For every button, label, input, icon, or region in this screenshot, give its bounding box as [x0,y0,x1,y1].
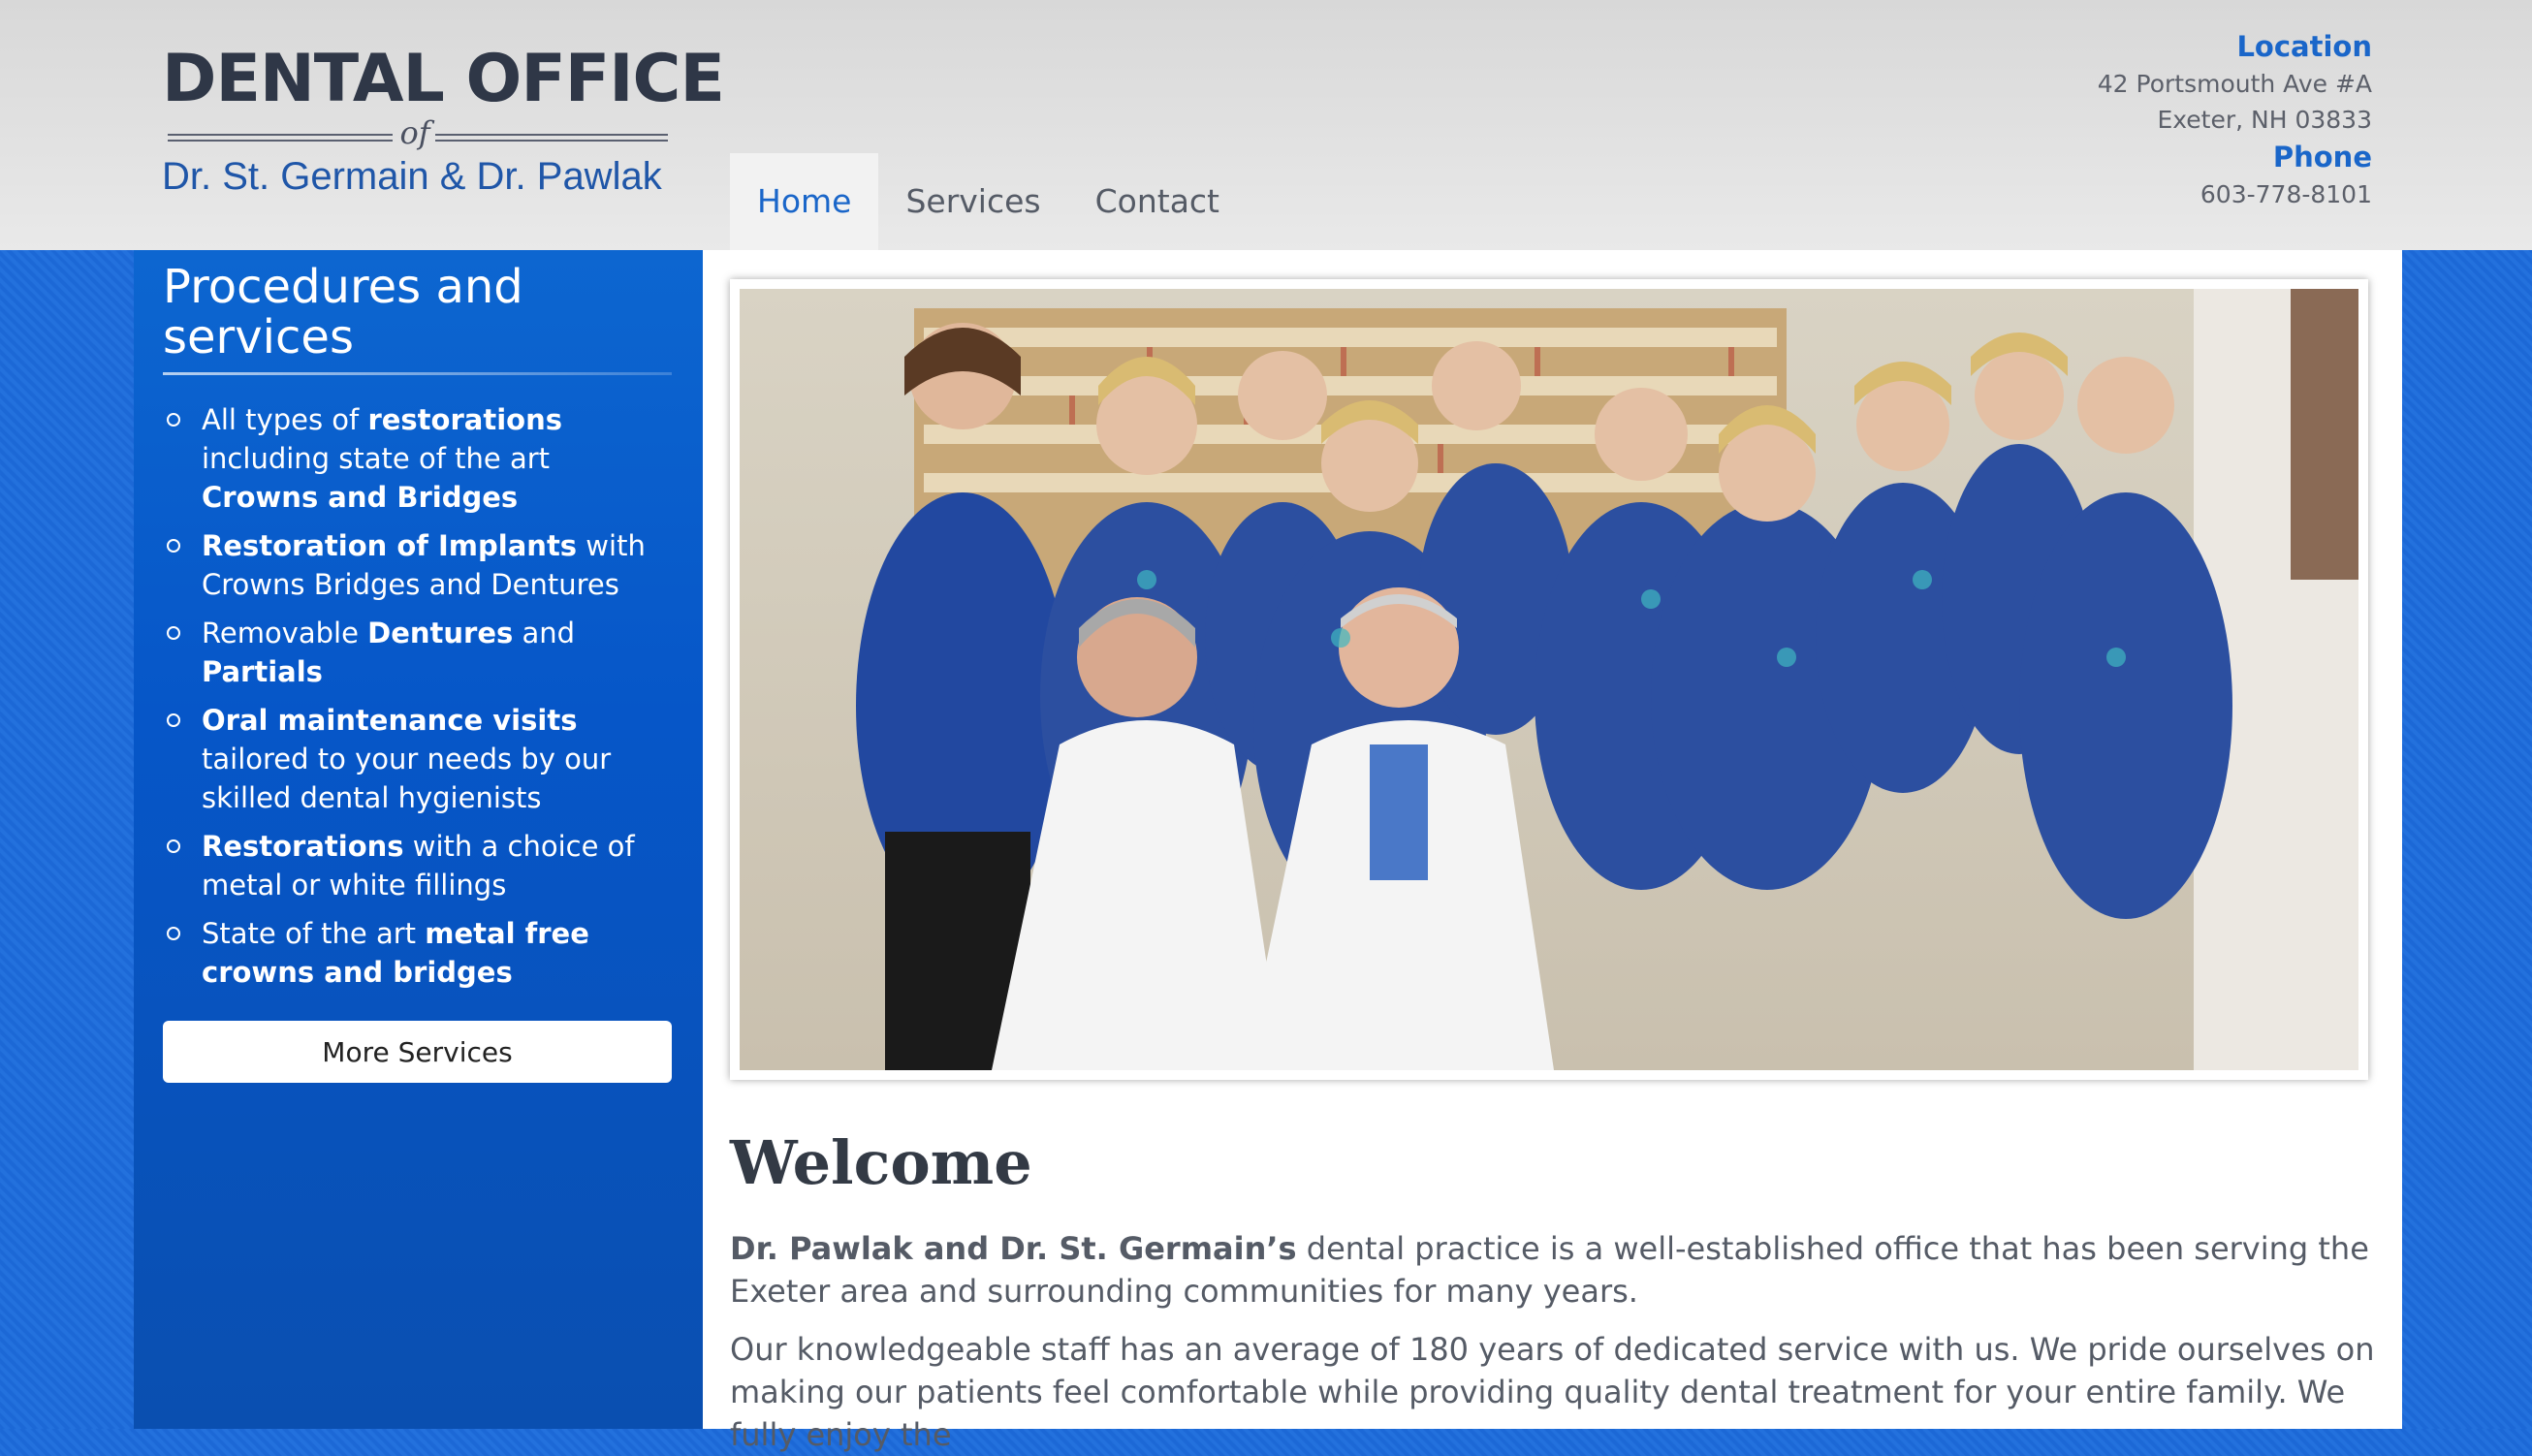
bullet-icon [167,413,180,427]
services-list: All types of restorations including stat… [163,400,674,992]
services-sidebar: Procedures and services All types of res… [134,250,703,1429]
logo-of: of [399,114,430,151]
service-item: All types of restorations including stat… [163,400,674,517]
main-nav: Home Services Contact [730,153,1247,250]
address-line2: Exeter, NH 03833 [2157,106,2372,134]
phone-label: Phone [2272,141,2372,174]
intro-paragraph: Dr. Pawlak and Dr. St. Germain’s dental … [730,1227,2378,1313]
bullet-icon [167,839,180,853]
nav-tab-services[interactable]: Services [878,153,1067,250]
bullet-icon [167,713,180,727]
service-text: State of the art [202,917,426,950]
welcome-heading: Welcome [730,1127,1032,1198]
location-label: Location [2236,30,2372,63]
nav-tab-contact[interactable]: Contact [1068,153,1247,250]
bullet-icon [167,927,180,940]
logo-rule-left [168,134,393,142]
bullet-icon [167,626,180,640]
service-highlight: Oral maintenance visits [202,704,578,737]
more-services-button[interactable]: More Services [163,1021,672,1083]
staff-paragraph: Our knowledgeable staff has an average o… [730,1331,2375,1453]
service-highlight: Partials [202,655,323,688]
staff-group-photo [740,289,2358,1070]
contact-info: Location 42 Portsmouth Ave #A Exeter, NH… [2098,27,2372,212]
main-content: Welcome Dr. Pawlak and Dr. St. Germain’s… [703,250,2402,1453]
service-text: and [513,617,576,649]
service-item: Restoration of Implants with Crowns Brid… [163,526,674,604]
service-highlight: Crowns and Bridges [202,481,519,514]
service-item: Restorations with a choice of metal or w… [163,827,674,904]
logo-title: DENTAL OFFICE [162,41,725,117]
logo-subtitle: Dr. St. Germain & Dr. Pawlak [162,155,662,198]
intro-doctors: Dr. Pawlak and Dr. St. Germain’s [730,1230,1297,1267]
staff-photo-frame [730,279,2368,1080]
site-logo[interactable]: DENTAL OFFICE of Dr. St. Germain & Dr. P… [162,41,725,199]
bullet-icon [167,539,180,553]
service-text: Removable [202,617,368,649]
service-item: State of the art metal free crowns and b… [163,914,674,992]
service-highlight: Restorations [202,830,404,863]
logo-divider: of [162,114,671,155]
phone-number[interactable]: 603-778-8101 [2098,176,2372,212]
service-item: Removable Dentures and Partials [163,614,674,691]
nav-tab-home[interactable]: Home [730,153,879,250]
service-item: Oral maintenance visits tailored to your… [163,701,674,817]
site-header: DENTAL OFFICE of Dr. St. Germain & Dr. P… [0,0,2532,250]
service-highlight: Restoration of Implants [202,529,578,562]
service-text: tailored to your needs by our skilled de… [202,743,612,814]
service-text: All types of [202,403,368,436]
logo-rule-right [435,134,668,142]
service-text: including state of the art [202,442,551,475]
address-line1: 42 Portsmouth Ave #A [2097,70,2372,98]
sidebar-divider [163,372,672,375]
service-highlight: restorations [367,403,562,436]
sidebar-title: Procedures and services [163,260,523,364]
service-highlight: Dentures [367,617,514,649]
